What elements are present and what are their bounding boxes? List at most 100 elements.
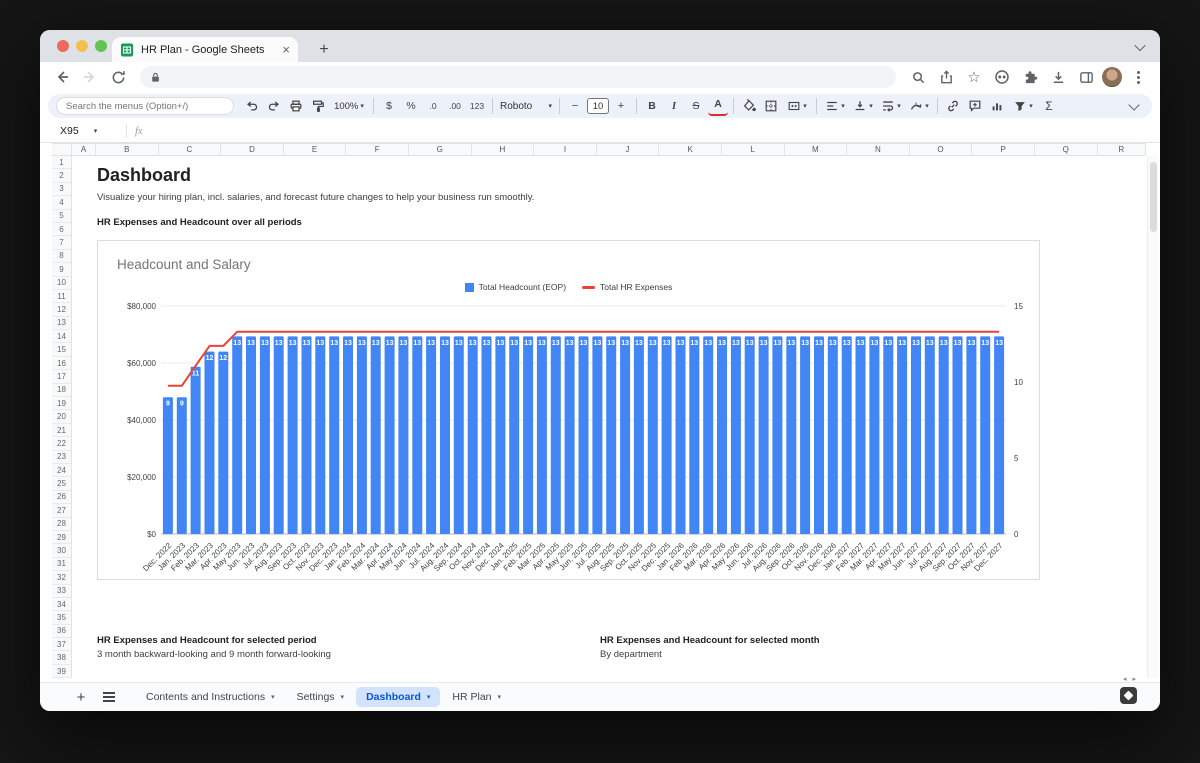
row-header-39[interactable]: 39 xyxy=(52,665,71,678)
row-header-19[interactable]: 19 xyxy=(52,397,71,410)
column-header-J[interactable]: J xyxy=(597,144,660,155)
row-header-8[interactable]: 8 xyxy=(52,250,71,263)
row-header-29[interactable]: 29 xyxy=(52,531,71,544)
tab-search-chevron-icon[interactable] xyxy=(1136,38,1144,56)
row-header-26[interactable]: 26 xyxy=(52,491,71,504)
column-header-C[interactable]: C xyxy=(159,144,222,155)
new-tab-button[interactable]: + xyxy=(312,38,336,62)
sheet-tab-settings[interactable]: Settings▾ xyxy=(287,687,354,707)
horizontal-align-icon[interactable]: ▾ xyxy=(822,96,848,116)
row-header-2[interactable]: 2 xyxy=(52,169,71,182)
insert-chart-icon[interactable] xyxy=(987,96,1007,116)
chevron-down-icon[interactable]: ▾ xyxy=(271,693,275,701)
column-header-R[interactable]: R xyxy=(1098,144,1147,155)
row-header-38[interactable]: 38 xyxy=(52,651,71,664)
column-header-G[interactable]: G xyxy=(409,144,472,155)
bold-button[interactable]: B xyxy=(642,96,662,116)
functions-button[interactable]: Σ xyxy=(1039,96,1059,116)
row-header-10[interactable]: 10 xyxy=(52,277,71,290)
increase-font-size-button[interactable]: + xyxy=(611,96,631,116)
row-header-24[interactable]: 24 xyxy=(52,464,71,477)
column-header-Q[interactable]: Q xyxy=(1035,144,1098,155)
italic-button[interactable]: I xyxy=(664,96,684,116)
row-header-16[interactable]: 16 xyxy=(52,357,71,370)
column-header-N[interactable]: N xyxy=(847,144,910,155)
extensions-puzzle-icon[interactable] xyxy=(1018,65,1042,89)
decrease-decimal-button[interactable]: .0 xyxy=(423,96,443,116)
share-icon[interactable] xyxy=(934,65,958,89)
borders-icon[interactable] xyxy=(761,96,781,116)
zoom-select[interactable]: 100% ▾ xyxy=(330,96,368,116)
row-header-22[interactable]: 22 xyxy=(52,437,71,450)
text-wrap-icon[interactable]: ▾ xyxy=(878,96,904,116)
row-header-12[interactable]: 12 xyxy=(52,303,71,316)
column-header-M[interactable]: M xyxy=(785,144,848,155)
column-header-F[interactable]: F xyxy=(346,144,409,155)
menu-search-input[interactable] xyxy=(66,101,224,112)
extension-circle-icon[interactable] xyxy=(990,65,1014,89)
row-header-6[interactable]: 6 xyxy=(52,223,71,236)
toolbar-collapse-chevron-icon[interactable] xyxy=(1124,96,1144,116)
browser-menu-kebab-icon[interactable] xyxy=(1126,65,1150,89)
column-header-H[interactable]: H xyxy=(472,144,535,155)
row-header-20[interactable]: 20 xyxy=(52,410,71,423)
row-header-35[interactable]: 35 xyxy=(52,611,71,624)
formula-input[interactable] xyxy=(151,125,1152,137)
column-header-A[interactable]: A xyxy=(72,144,96,155)
insert-comment-icon[interactable] xyxy=(965,96,985,116)
row-header-30[interactable]: 30 xyxy=(52,544,71,557)
row-header-28[interactable]: 28 xyxy=(52,518,71,531)
column-header-E[interactable]: E xyxy=(284,144,347,155)
row-header-18[interactable]: 18 xyxy=(52,384,71,397)
chevron-down-icon[interactable]: ▾ xyxy=(341,693,345,701)
row-header-7[interactable]: 7 xyxy=(52,236,71,249)
row-header-32[interactable]: 32 xyxy=(52,571,71,584)
column-header-B[interactable]: B xyxy=(96,144,159,155)
sheet-tab-hr-plan[interactable]: HR Plan▾ xyxy=(442,687,511,707)
font-family-select[interactable]: Roboto▾ xyxy=(498,96,554,116)
row-header-17[interactable]: 17 xyxy=(52,370,71,383)
row-header-11[interactable]: 11 xyxy=(52,290,71,303)
undo-icon[interactable] xyxy=(242,96,262,116)
increase-decimal-button[interactable]: .00 xyxy=(445,96,465,116)
row-header-31[interactable]: 31 xyxy=(52,558,71,571)
scrollbar-thumb[interactable] xyxy=(1150,162,1157,232)
chart-card[interactable]: $0$20,000$40,000$60,000$80,0000510159Dec… xyxy=(97,240,1040,580)
chevron-down-icon[interactable]: ▾ xyxy=(498,693,502,701)
all-sheets-menu-icon[interactable] xyxy=(98,686,120,708)
minimize-window-button[interactable] xyxy=(76,40,88,52)
row-header-33[interactable]: 33 xyxy=(52,585,71,598)
maximize-window-button[interactable] xyxy=(95,40,107,52)
text-rotation-icon[interactable]: A ▾ xyxy=(906,96,932,116)
select-all-corner[interactable] xyxy=(52,143,72,156)
vertical-align-icon[interactable]: ▾ xyxy=(850,96,876,116)
reload-button[interactable] xyxy=(106,65,130,89)
column-header-D[interactable]: D xyxy=(221,144,284,155)
forward-button[interactable] xyxy=(78,65,102,89)
address-bar[interactable] xyxy=(140,66,896,88)
spreadsheet-canvas[interactable]: Dashboard Visualize your hiring plan, in… xyxy=(72,156,1146,678)
paint-format-icon[interactable] xyxy=(308,96,328,116)
row-header-15[interactable]: 15 xyxy=(52,343,71,356)
redo-icon[interactable] xyxy=(264,96,284,116)
downloads-icon[interactable] xyxy=(1046,65,1070,89)
text-color-button[interactable]: A xyxy=(708,96,728,116)
vertical-scrollbar[interactable] xyxy=(1147,156,1158,678)
row-header-37[interactable]: 37 xyxy=(52,638,71,651)
bookmark-star-icon[interactable]: ☆ xyxy=(962,65,986,89)
side-panel-icon[interactable] xyxy=(1074,65,1098,89)
font-size-input[interactable]: 10 xyxy=(587,98,609,114)
decrease-font-size-button[interactable]: − xyxy=(565,96,585,116)
row-header-14[interactable]: 14 xyxy=(52,330,71,343)
insert-link-icon[interactable] xyxy=(943,96,963,116)
row-header-9[interactable]: 9 xyxy=(52,263,71,276)
extension-overlay-badge[interactable] xyxy=(1120,687,1137,704)
address-input[interactable] xyxy=(167,71,886,83)
row-header-13[interactable]: 13 xyxy=(52,317,71,330)
row-header-34[interactable]: 34 xyxy=(52,598,71,611)
row-header-36[interactable]: 36 xyxy=(52,625,71,638)
column-header-L[interactable]: L xyxy=(722,144,785,155)
row-header-25[interactable]: 25 xyxy=(52,477,71,490)
print-icon[interactable] xyxy=(286,96,306,116)
profile-avatar[interactable] xyxy=(1102,67,1122,87)
